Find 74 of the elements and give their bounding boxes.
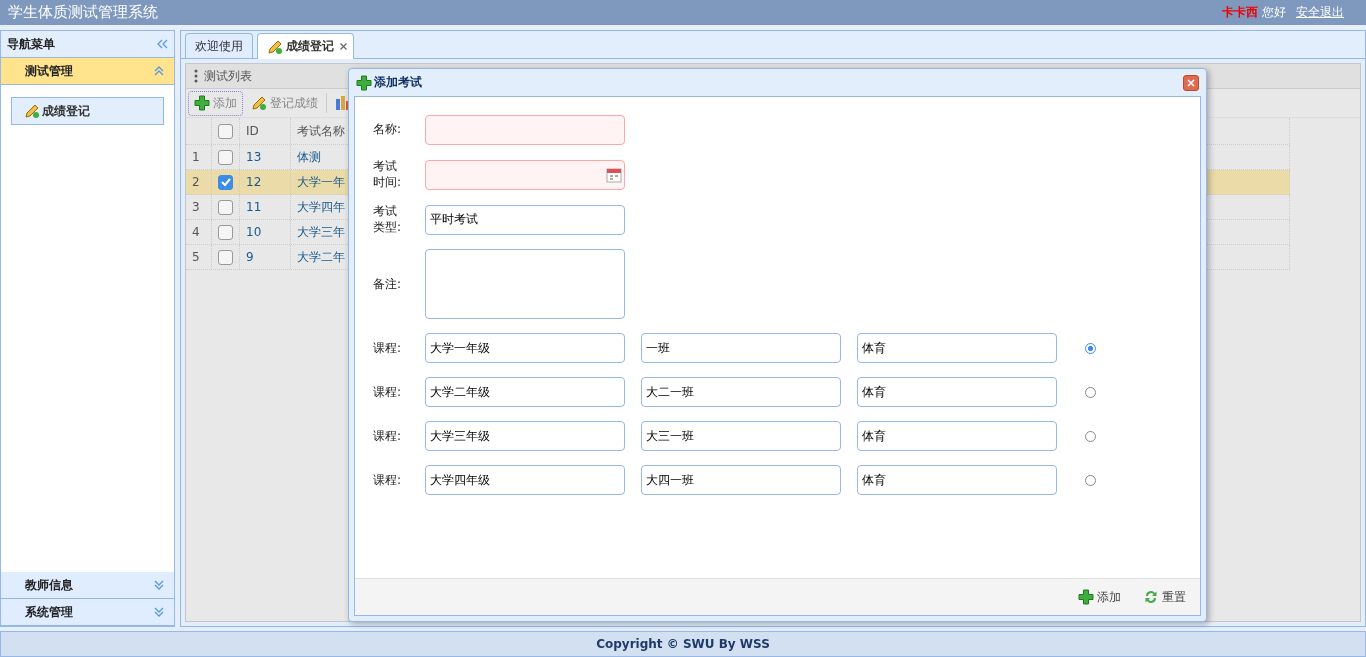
subject-field[interactable]: 体育 [857,333,1058,364]
subject-field[interactable]: 体育 [857,421,1058,452]
row-checkbox[interactable] [218,224,233,240]
tab[interactable]: 欢迎使用 [185,33,253,58]
add-button[interactable]: 添加 [1072,587,1127,607]
date-field[interactable] [425,159,626,190]
row-number: 4 [186,220,212,244]
subject-field[interactable]: 体育 [857,377,1058,408]
radio-button[interactable] [1085,430,1097,442]
row-checkbox[interactable] [218,174,233,190]
row-number: 5 [186,245,212,269]
row-checkbox[interactable] [218,249,233,265]
field-label: 课程: [373,340,403,357]
chevron-up-icon [154,66,164,76]
refresh-icon [1143,589,1159,605]
class-field[interactable]: 一班 [641,333,842,364]
field-label: 名称: [373,122,403,138]
notes-field[interactable] [425,249,626,320]
class-field[interactable]: 大四一班 [641,465,842,496]
subject-field[interactable]: 体育 [857,465,1058,496]
sidebar-title: 导航菜单 [7,35,55,53]
nav-item[interactable]: 成绩登记 [11,97,164,125]
plus-icon [1078,589,1094,605]
calendar-icon[interactable] [606,166,623,183]
table-cell: 9 [240,245,291,269]
pencil-icon [24,103,40,119]
copyright-text: Copyright © SWU By WSS [596,637,770,651]
chevron-down-icon [154,580,164,590]
field-label: 课程: [373,428,403,445]
grade-field[interactable]: 大学四年级 [425,465,626,496]
plus-icon [356,74,372,91]
close-icon [1186,77,1196,88]
radio-button[interactable] [1085,474,1097,486]
plus-icon [194,95,210,111]
table-cell: 12 [240,170,291,194]
field-label: 课程: [373,384,403,401]
grade-field[interactable]: 大学二年级 [425,377,626,408]
text-field[interactable]: 平时考试 [425,204,626,235]
greeting-text: 您好 [1262,4,1286,21]
app-title: 学生体质测试管理系统 [8,3,158,22]
drag-handle-icon [194,69,198,83]
grade-field[interactable]: 大学一年级 [425,333,626,364]
row-checkbox[interactable] [218,199,233,215]
table-cell: 13 [240,145,291,169]
close-button[interactable] [1183,74,1199,91]
chevron-down-icon [154,607,164,617]
class-field[interactable]: 大二一班 [641,377,842,408]
class-field[interactable]: 大三一班 [641,421,842,452]
table-cell: 10 [240,220,291,244]
reset-button[interactable]: 重置 [1137,587,1192,607]
field-label: 课程: [373,472,403,489]
row-number: 1 [186,145,212,169]
text-field[interactable] [425,115,626,145]
row-checkbox[interactable] [218,149,233,165]
pencil-icon [251,95,267,111]
field-label: 备注: [373,276,403,293]
row-number: 2 [186,170,212,194]
table-cell: 11 [240,195,291,219]
radio-button[interactable] [1085,386,1097,398]
column-header: ID [240,118,291,144]
pencil-icon [267,38,283,55]
tab[interactable]: 成绩登记 [257,33,354,59]
user-name: 卡卡西 [1222,4,1258,21]
radio-button[interactable] [1085,342,1097,354]
accordion-header[interactable]: 系统管理 [1,599,174,626]
panel-title: 测试列表 [204,67,252,85]
dialog-title: 添加考试 [374,74,423,91]
collapse-icon[interactable] [157,39,168,49]
accordion-header[interactable]: 测试管理 [1,58,174,85]
accordion-header[interactable]: 教师信息 [1,572,174,599]
row-number: 3 [186,195,212,219]
grade-field[interactable]: 大学三年级 [425,421,626,452]
select-all-checkbox[interactable] [218,123,233,139]
close-icon[interactable] [340,43,347,50]
